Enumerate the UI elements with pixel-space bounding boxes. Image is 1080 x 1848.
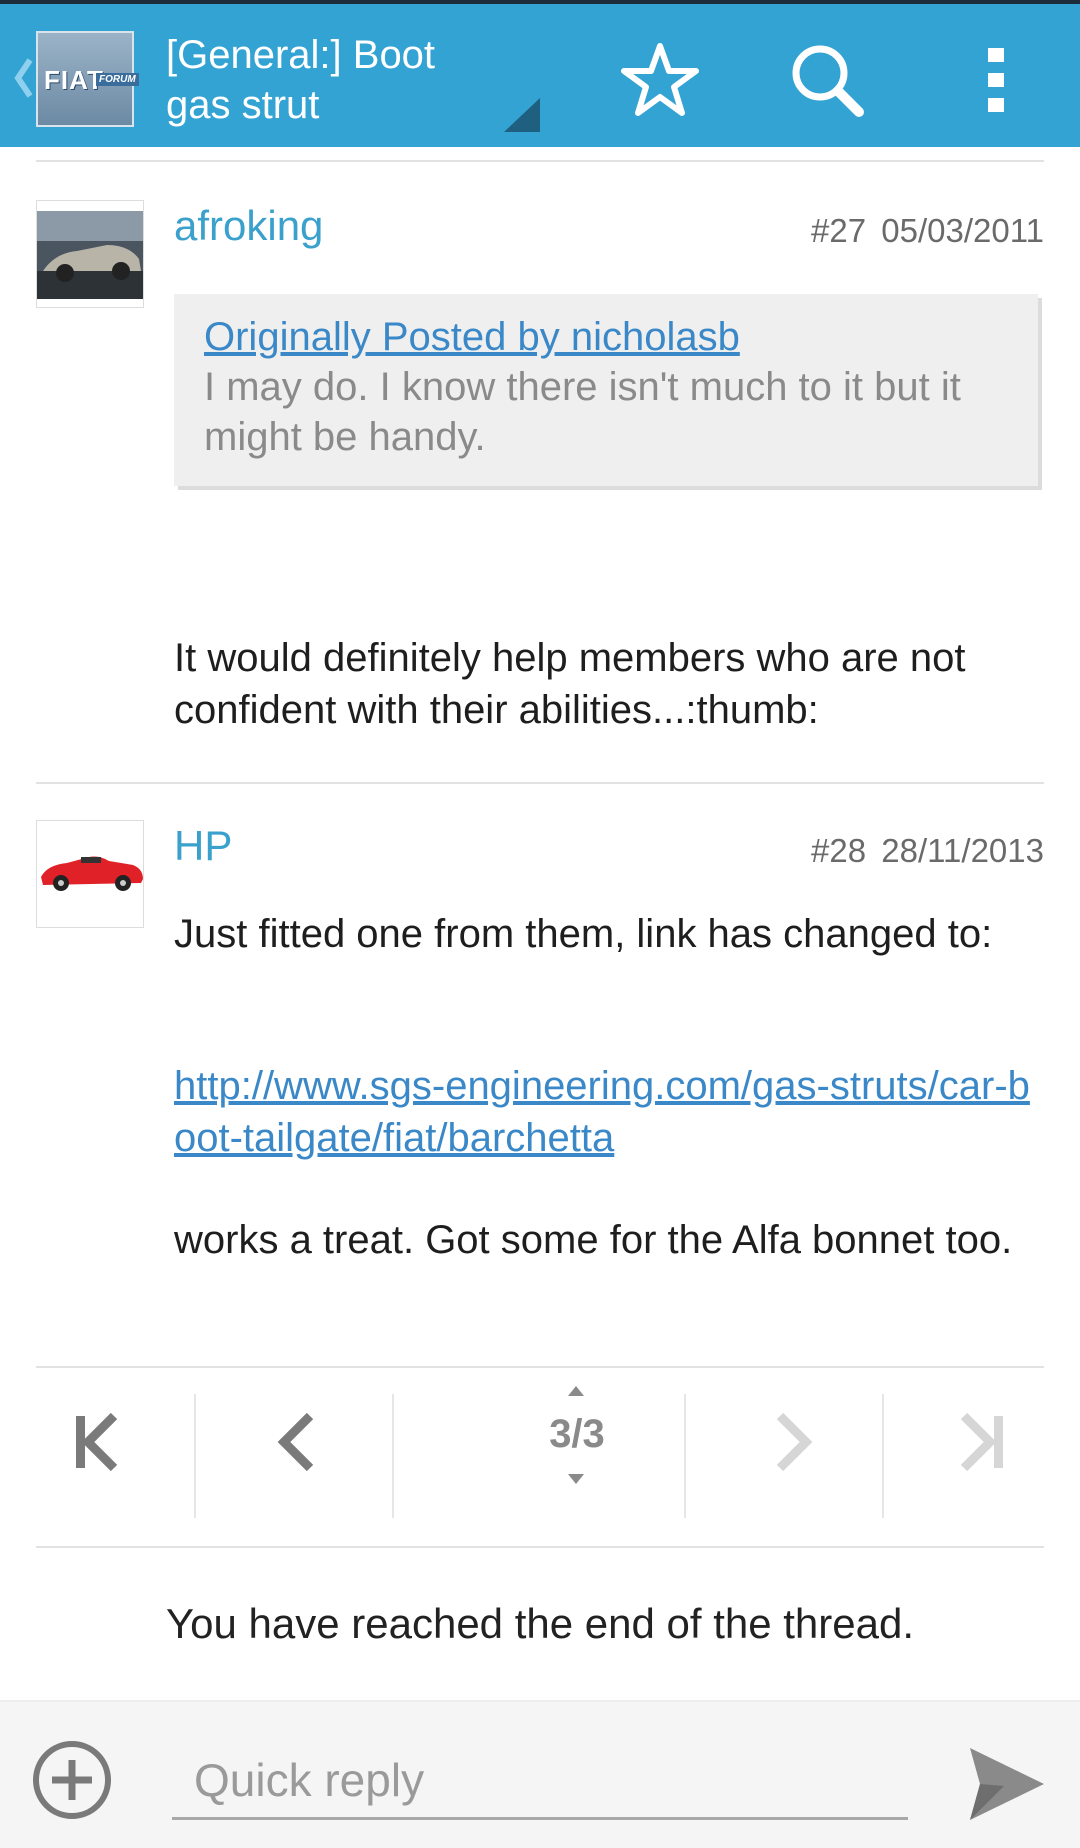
- car-photo-icon: [37, 201, 143, 307]
- app-logo[interactable]: FIAT FORUM: [36, 31, 139, 127]
- post-link-container: http://www.sgs-engineering.com/gas-strut…: [174, 1060, 1042, 1164]
- post-meta: #27 05/03/2011: [811, 212, 1044, 250]
- quote-block: Originally Posted by nicholasb I may do.…: [174, 294, 1038, 486]
- post-number: #27: [811, 212, 867, 249]
- avatar[interactable]: [36, 200, 144, 308]
- divider: [36, 160, 1044, 162]
- page-indicator[interactable]: 3/3: [508, 1412, 646, 1457]
- pager-separator: [882, 1394, 884, 1518]
- send-icon[interactable]: [964, 1742, 1048, 1826]
- add-circle-icon[interactable]: [30, 1738, 114, 1822]
- post-username[interactable]: afroking: [174, 202, 323, 250]
- post-username[interactable]: HP: [174, 822, 232, 870]
- pager: 3/3: [36, 1366, 1044, 1518]
- post-date: 28/11/2013: [881, 832, 1044, 869]
- thread-title: [General:] Boot gas strut: [166, 33, 436, 127]
- dropdown-corner-icon: [504, 98, 540, 132]
- previous-page-icon[interactable]: [236, 1366, 356, 1518]
- pager-separator: [684, 1394, 686, 1518]
- post-number: #28: [811, 832, 867, 869]
- post-meta: #28 28/11/2013: [811, 832, 1044, 870]
- overflow-menu-icon[interactable]: [956, 40, 1036, 120]
- post-link[interactable]: http://www.sgs-engineering.com/gas-strut…: [174, 1064, 1030, 1160]
- back-chevron-icon[interactable]: [10, 56, 36, 100]
- logo-sub-text: FORUM: [96, 73, 139, 86]
- avatar[interactable]: [36, 820, 144, 928]
- quote-text: I may do. I know there isn't much to it …: [204, 365, 961, 459]
- pager-separator: [194, 1394, 196, 1518]
- end-of-thread-message: You have reached the end of the thread.: [165, 1600, 915, 1647]
- post-body: It would definitely help members who are…: [174, 636, 966, 732]
- logo-text: FIAT: [44, 65, 104, 95]
- last-page-icon[interactable]: [924, 1366, 1044, 1518]
- pager-separator: [392, 1394, 394, 1518]
- divider: [36, 782, 1044, 784]
- star-icon[interactable]: [620, 40, 700, 120]
- divider: [36, 1546, 1044, 1548]
- quote-author-link[interactable]: Originally Posted by nicholasb: [204, 312, 1008, 362]
- post-body: works a treat. Got some for the Alfa bon…: [174, 1218, 1013, 1262]
- quick-reply-bar: [0, 1700, 1080, 1848]
- action-bar: FIAT FORUM [General:] Boot gas strut: [0, 0, 1080, 147]
- car-photo-icon: [37, 821, 143, 927]
- quick-reply-input[interactable]: [172, 1742, 908, 1820]
- next-page-icon[interactable]: [736, 1366, 856, 1518]
- first-page-icon[interactable]: [36, 1366, 156, 1518]
- post-body: Just fitted one from them, link has chan…: [174, 912, 993, 956]
- search-icon[interactable]: [787, 40, 867, 120]
- post-date: 05/03/2011: [881, 212, 1044, 249]
